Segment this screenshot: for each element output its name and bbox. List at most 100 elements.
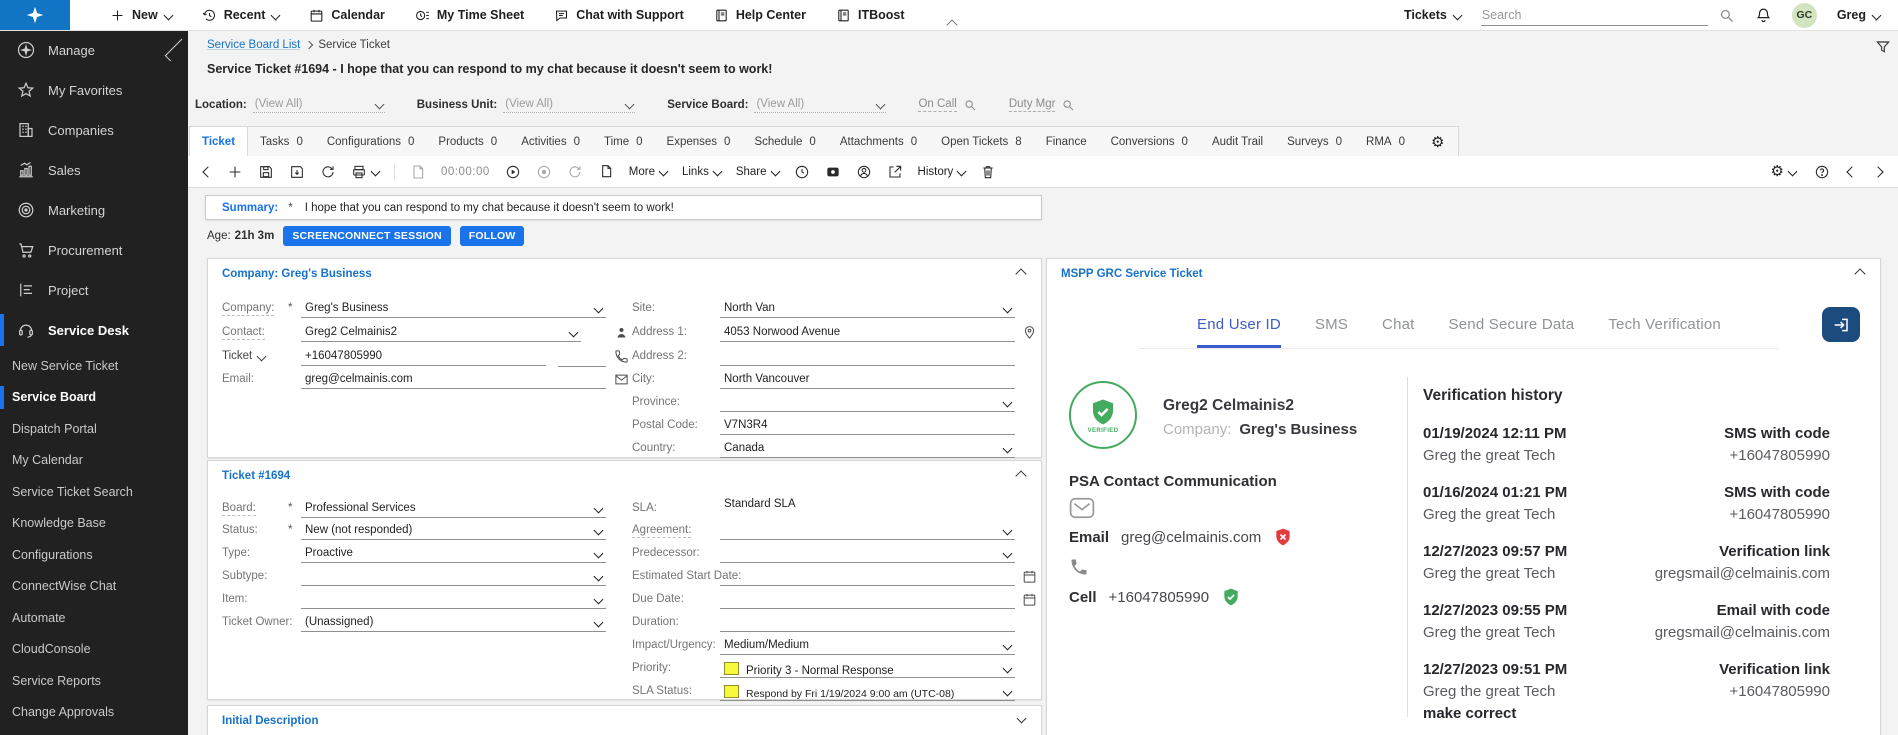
sidebar-item-connectwise-chat[interactable]: ConnectWise Chat [0,571,188,603]
meeting-camera-icon[interactable] [825,164,841,180]
print-button[interactable] [351,164,379,180]
tab-expenses[interactable]: Expenses0 [655,127,743,157]
status-field[interactable]: New (not responded) [301,522,606,540]
sidebar-module-manage[interactable]: Manage [0,30,188,70]
history-menu[interactable]: History [918,166,966,178]
sla-status-field[interactable]: Respond by Fri 1/19/2024 9:00 am (UTC-08… [720,683,1015,701]
grc-exit-button[interactable] [1822,307,1860,342]
collapse-pod-icon[interactable] [1015,470,1026,481]
tab-activities[interactable]: Activities0 [509,127,592,157]
ticket-pod-title[interactable]: Ticket #1694 [222,470,290,482]
save-and-close-button[interactable] [289,164,305,180]
search-context-selector[interactable]: Tickets [1404,8,1461,22]
sidebar-item-dispatch-portal[interactable]: Dispatch Portal [0,413,188,445]
sidebar-module-procurement[interactable]: Procurement [0,230,188,270]
sidebar-item-automate[interactable]: Automate [0,602,188,634]
sidebar-item-new-service-ticket[interactable]: New Service Ticket [0,350,188,382]
board-label[interactable]: Board: [222,502,256,516]
address1-field[interactable]: 4053 Norwood Avenue [720,324,1015,342]
schedule-clock-icon[interactable] [794,164,810,180]
postal-code-field[interactable]: V7N3R4 [720,417,1015,435]
phone-field[interactable]: +16047805990 [301,348,546,366]
tab-products[interactable]: Products0 [426,127,509,157]
duty-mgr-link[interactable]: Duty Mgr [1009,98,1076,112]
collapse-pod-icon[interactable] [1015,268,1026,279]
tab-attachments[interactable]: Attachments0 [828,127,929,157]
expand-pod-icon[interactable] [1017,714,1027,724]
grc-tab-send-secure-data[interactable]: Send Secure Data [1449,316,1575,348]
subtype-field[interactable] [301,568,606,586]
city-field[interactable]: North Vancouver [720,371,1015,389]
sidebar-item-service-reports[interactable]: Service Reports [0,665,188,697]
company-field[interactable]: Greg's Business [301,300,606,318]
time-sheet-menu[interactable]: My Time Sheet [415,8,524,23]
chat-support-menu[interactable]: Chat with Support [554,8,684,23]
board-field[interactable]: Professional Services [301,500,606,518]
tab-time[interactable]: Time0 [592,127,655,157]
connectwise-logo[interactable] [0,0,70,30]
settings-menu[interactable]: ⚙ [1771,164,1796,179]
type-field[interactable]: Proactive [301,545,606,563]
tab-rma[interactable]: RMA0 [1354,127,1417,157]
grc-tab-sms[interactable]: SMS [1315,316,1348,348]
tab-configurations[interactable]: Configurations0 [315,127,427,157]
sidebar-item-my-calendar[interactable]: My Calendar [0,445,188,477]
address2-field[interactable] [720,348,1015,366]
grc-tab-tech-verification[interactable]: Tech Verification [1608,316,1721,348]
open-in-new-icon[interactable] [887,164,903,180]
follow-button[interactable]: FOLLOW [460,226,525,246]
new-menu[interactable]: New [110,8,172,23]
agreement-label[interactable]: Agreement: [632,524,691,538]
time-entry-icon[interactable] [410,164,426,180]
filter-funnel-icon[interactable] [1875,39,1891,55]
sidebar-module-my-favorites[interactable]: My Favorites [0,70,188,110]
tab-schedule[interactable]: Schedule0 [742,127,827,157]
sidebar-item-service-ticket-search[interactable]: Service Ticket Search [0,476,188,508]
envelope-icon[interactable] [614,372,629,387]
reset-timer-button[interactable] [567,164,583,180]
company-pod-title[interactable]: Company: Greg's Business [222,268,372,280]
impact-urgency-field[interactable]: Medium/Medium [720,637,1015,655]
back-button[interactable] [204,168,212,176]
screenconnect-session-button[interactable]: SCREENCONNECT SESSION [283,226,450,246]
tab-tasks[interactable]: Tasks0 [248,127,315,157]
location-pin-icon[interactable] [1022,325,1037,340]
email-field[interactable]: greg@celmainis.com [301,371,606,389]
site-field[interactable]: North Van [720,300,1015,318]
search-input[interactable] [1481,5,1708,26]
save-button[interactable] [258,164,274,180]
tab-audit-trail[interactable]: Audit Trail [1200,127,1275,157]
recent-menu[interactable]: Recent [202,8,280,23]
copy-ticket-button[interactable] [598,164,614,180]
predecessor-field[interactable] [720,545,1015,563]
on-call-link[interactable]: On Call [918,98,976,112]
more-menu[interactable]: More [629,166,667,178]
service-board-filter-select[interactable]: (View All) [754,96,886,113]
estimated-start-date-field[interactable] [720,568,1015,586]
collapse-sidebar-icon[interactable] [165,39,188,62]
next-ticket-button[interactable] [1874,168,1882,176]
contact-label[interactable]: Contact: [222,326,265,340]
tab-finance[interactable]: Finance [1034,127,1099,157]
delete-button[interactable] [980,164,996,180]
search-icon[interactable] [1718,7,1735,24]
tab-conversions[interactable]: Conversions0 [1099,127,1200,157]
location-filter-select[interactable]: (View All) [253,96,385,113]
contact-person-icon[interactable] [856,164,872,180]
help-button[interactable] [1814,164,1830,180]
share-menu[interactable]: Share [736,166,779,178]
stop-timer-button[interactable] [536,164,552,180]
sidebar-module-marketing[interactable]: Marketing [0,190,188,230]
country-field[interactable]: Canada [720,440,1015,458]
tab-surveys[interactable]: Surveys0 [1275,127,1354,157]
company-label[interactable]: Company: [222,302,274,316]
item-field[interactable] [301,591,606,609]
add-ticket-button[interactable] [227,164,243,180]
sidebar-item-configurations[interactable]: Configurations [0,539,188,571]
sidebar-module-project[interactable]: Project [0,270,188,310]
duration-field[interactable] [720,614,1015,632]
sidebar-module-sales[interactable]: Sales [0,150,188,190]
ticket-owner-field[interactable]: (Unassigned) [301,614,606,632]
sidebar-module-service-desk[interactable]: Service Desk [0,310,188,350]
initial-description-title[interactable]: Initial Description [222,715,319,727]
